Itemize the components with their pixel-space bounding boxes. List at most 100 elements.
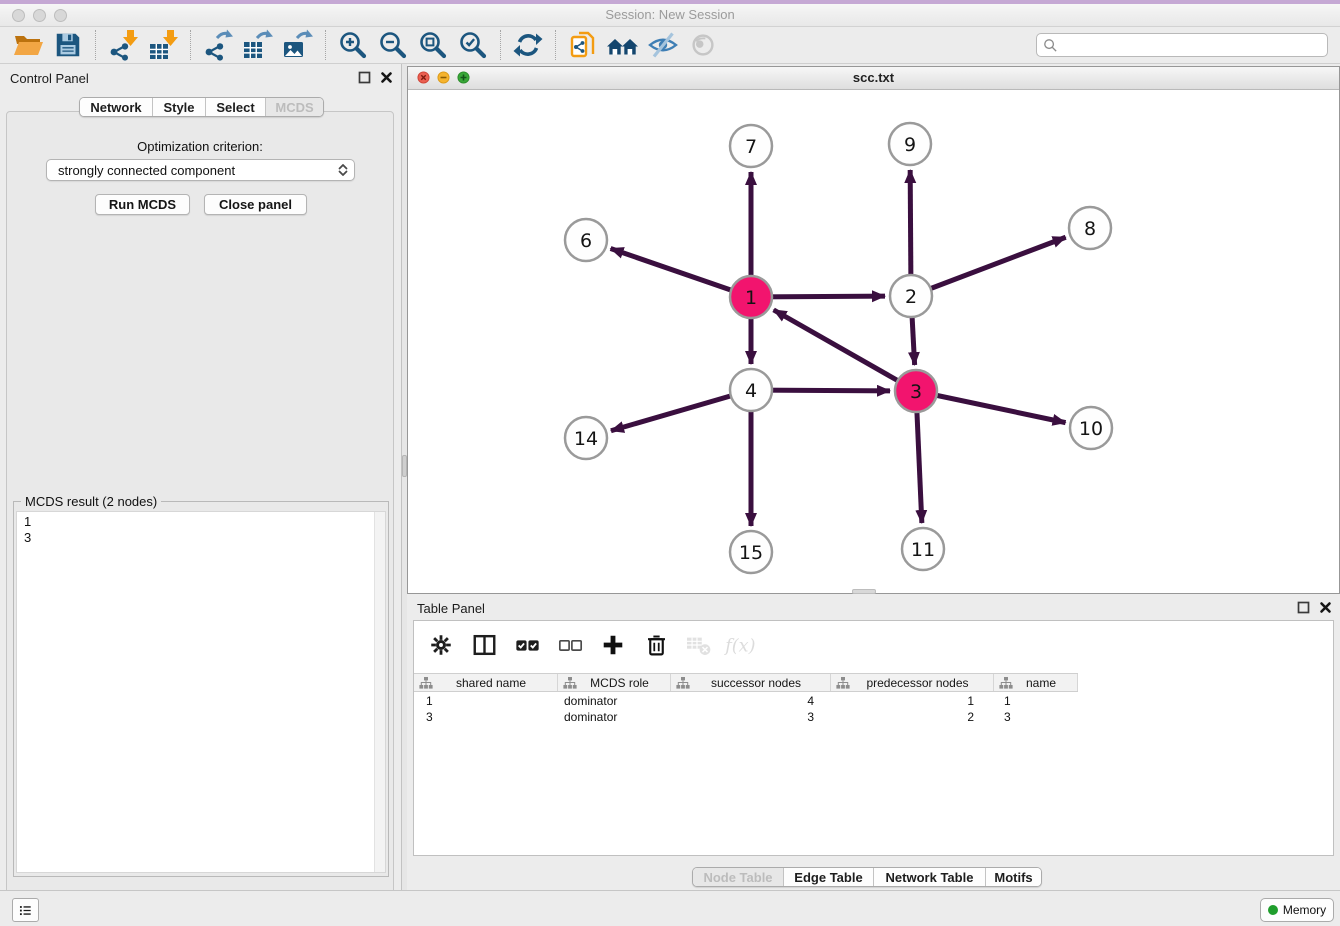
minimize-window-icon[interactable] (33, 9, 46, 22)
tab-node-table[interactable]: Node Table (693, 868, 784, 886)
node-9[interactable]: 9 (889, 123, 931, 165)
maximize-network-icon[interactable] (457, 71, 470, 84)
result-scrollbar[interactable] (374, 512, 385, 872)
toolbar-separator (190, 30, 191, 60)
criterion-dropdown[interactable]: strongly connected component (46, 159, 355, 181)
edge-3-1[interactable] (774, 310, 916, 391)
hide-selected-button[interactable] (643, 28, 683, 62)
node-label: 4 (745, 380, 757, 402)
select-all-rows-button[interactable] (510, 630, 544, 662)
refresh-layout-button[interactable] (508, 28, 548, 62)
edge-3-10[interactable] (916, 391, 1066, 423)
edge-1-6[interactable] (611, 248, 751, 297)
toggle-column-button[interactable] (467, 630, 501, 662)
column-header-name[interactable]: name (994, 674, 1078, 691)
minimize-network-icon[interactable] (437, 71, 450, 84)
zoom-window-icon[interactable] (54, 9, 67, 22)
zoom-out-button[interactable] (373, 28, 413, 62)
zoom-out-icon (377, 29, 409, 61)
delete-table-button[interactable] (682, 630, 716, 662)
mcds-result-textarea[interactable]: 1 3 (16, 511, 386, 873)
save-session-button[interactable] (48, 28, 88, 62)
control-panel-titlebar: Control Panel (0, 64, 401, 92)
first-neighbors-icon (606, 29, 640, 61)
show-all-button[interactable] (683, 28, 723, 62)
close-panel-button[interactable]: Close panel (204, 194, 307, 215)
node-10[interactable]: 10 (1070, 407, 1112, 449)
node-label: 15 (739, 542, 763, 564)
zoom-in-button[interactable] (333, 28, 373, 62)
column-header-predecessor-nodes[interactable]: predecessor nodes (831, 674, 994, 691)
delete-row-button[interactable] (639, 630, 673, 662)
horizontal-splitter-handle[interactable] (852, 589, 876, 594)
tab-style[interactable]: Style (153, 98, 206, 116)
node-15[interactable]: 15 (730, 531, 772, 573)
table-settings-button[interactable] (424, 630, 458, 662)
node-14[interactable]: 14 (565, 417, 607, 459)
close-panel-icon[interactable] (380, 71, 393, 84)
tab-motifs[interactable]: Motifs (986, 868, 1041, 886)
network-graph-canvas[interactable]: 7 9 6 8 1 2 4 3 14 10 15 11 (408, 90, 1339, 593)
tab-edge-table[interactable]: Edge Table (784, 868, 874, 886)
duplicate-network-button[interactable] (563, 28, 603, 62)
zoom-fit-icon (417, 29, 449, 61)
deselect-all-rows-icon (557, 632, 584, 661)
tab-network-table[interactable]: Network Table (874, 868, 986, 886)
deselect-all-rows-button[interactable] (553, 630, 587, 662)
table-settings-icon (428, 632, 454, 661)
column-header-MCDS-role[interactable]: MCDS role (558, 674, 671, 691)
zoom-fit-button[interactable] (413, 28, 453, 62)
table-row[interactable]: 3dominator323 (414, 709, 1333, 725)
node-label: 7 (745, 136, 757, 158)
edge-2-8[interactable] (911, 237, 1066, 296)
node-4[interactable]: 4 (730, 369, 772, 411)
table-header-row: shared nameMCDS rolesuccessor nodesprede… (414, 673, 1078, 692)
export-network-icon (202, 29, 234, 61)
float-panel-icon[interactable] (358, 71, 371, 84)
export-network-button[interactable] (198, 28, 238, 62)
node-2[interactable]: 2 (890, 275, 932, 317)
show-panels-button[interactable] (12, 898, 39, 922)
window-controls[interactable] (12, 9, 67, 22)
first-neighbors-button[interactable] (603, 28, 643, 62)
open-folder-button[interactable] (8, 28, 48, 62)
main-toolbar (0, 27, 1340, 64)
import-network-button[interactable] (103, 28, 143, 62)
node-3[interactable]: 3 (895, 370, 937, 412)
memory-button[interactable]: Memory (1260, 898, 1334, 922)
close-network-icon[interactable] (417, 71, 430, 84)
export-image-button[interactable] (278, 28, 318, 62)
column-header-shared-name[interactable]: shared name (414, 674, 558, 691)
window-title: Session: New Session (0, 4, 1340, 26)
tab-network[interactable]: Network (80, 98, 153, 116)
add-row-button[interactable] (596, 630, 630, 662)
import-table-button[interactable] (143, 28, 183, 62)
export-table-button[interactable] (238, 28, 278, 62)
apply-function-button[interactable]: f(x) (725, 630, 759, 662)
node-7[interactable]: 7 (730, 125, 772, 167)
search-input[interactable] (1058, 37, 1321, 53)
column-header-successor-nodes[interactable]: successor nodes (671, 674, 831, 691)
search-box[interactable] (1036, 33, 1328, 57)
table-row[interactable]: 1dominator411 (414, 693, 1333, 709)
tab-mcds[interactable]: MCDS (266, 98, 323, 116)
node-1[interactable]: 1 (730, 276, 772, 318)
zoom-selected-button[interactable] (453, 28, 493, 62)
table-body: 1dominator4113dominator323 (414, 693, 1333, 725)
float-table-panel-icon[interactable] (1297, 601, 1310, 614)
run-mcds-button[interactable]: Run MCDS (95, 194, 190, 215)
close-table-panel-icon[interactable] (1319, 601, 1332, 614)
table-cell: dominator (558, 693, 671, 709)
mcds-result-title: MCDS result (2 nodes) (21, 494, 161, 509)
close-window-icon[interactable] (12, 9, 25, 22)
svg-text:f(x): f(x) (723, 636, 755, 656)
node-6[interactable]: 6 (565, 219, 607, 261)
table-cell: 1 (414, 693, 558, 709)
node-8[interactable]: 8 (1069, 207, 1111, 249)
network-window-titlebar[interactable]: scc.txt (408, 67, 1339, 90)
tab-select[interactable]: Select (206, 98, 266, 116)
node-11[interactable]: 11 (902, 528, 944, 570)
show-all-icon (688, 30, 718, 60)
toolbar-separator (95, 30, 96, 60)
table-cell: 1 (831, 693, 994, 709)
